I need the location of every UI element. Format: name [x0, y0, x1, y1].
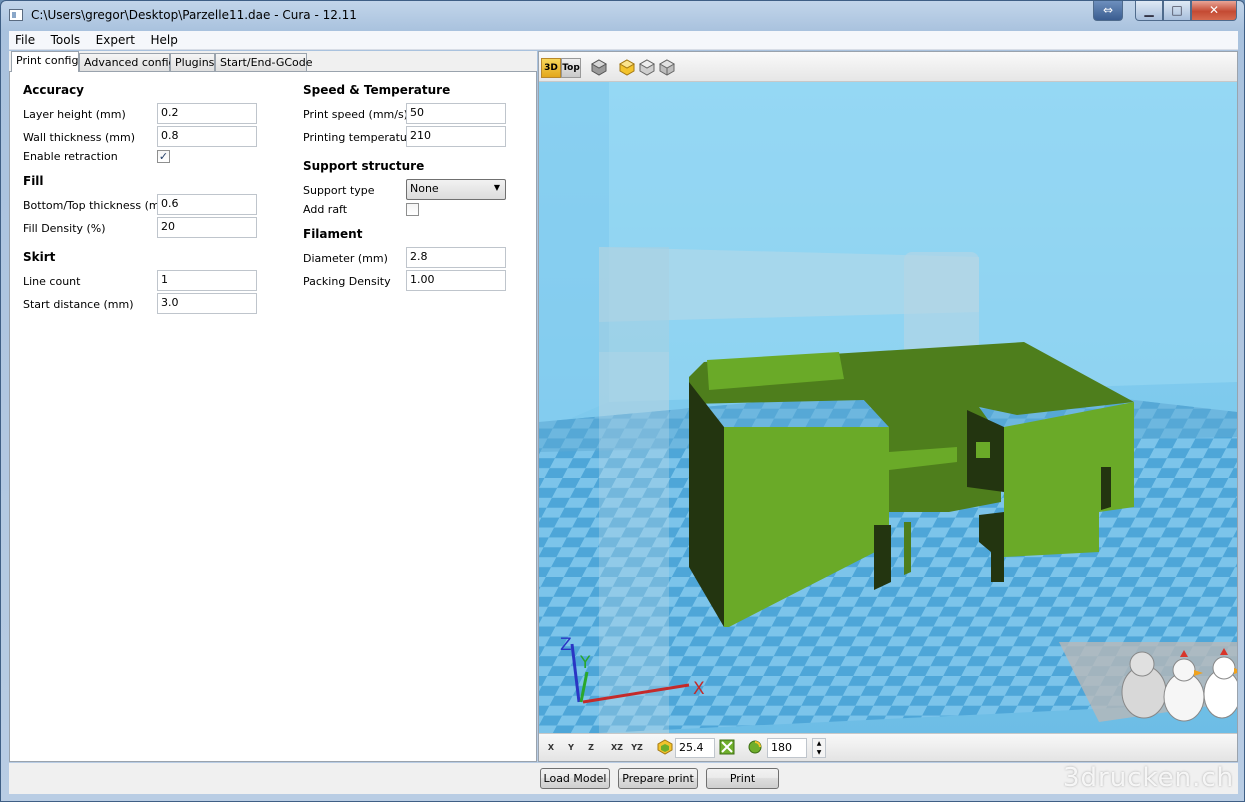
menu-file[interactable]: File [9, 31, 41, 47]
cube-gray-icon [590, 59, 608, 76]
rotate-icon[interactable] [745, 739, 765, 757]
rotate-spinner[interactable]: ▲ ▼ [812, 738, 826, 758]
fill-heading: Fill [23, 174, 44, 188]
app-icon [9, 9, 23, 21]
swap-xz-button[interactable]: XZ [607, 739, 627, 757]
support-type-select[interactable]: None ▼ [406, 179, 506, 200]
add-raft-label: Add raft [303, 203, 348, 216]
chevron-down-icon: ▼ [493, 183, 500, 192]
menu-expert[interactable]: Expert [90, 31, 141, 47]
support-type-value: None [410, 182, 439, 195]
filament-divider [303, 243, 507, 244]
printer-corner-ghost [904, 252, 979, 362]
view-toolbar: 3D Top [539, 52, 1237, 82]
cube-xray-icon [658, 59, 676, 76]
packing-density-label: Packing Density [303, 275, 391, 288]
tab-start-end-gcode[interactable]: Start/End-GCode [215, 53, 313, 72]
mirror-y-button[interactable]: Y [561, 739, 581, 757]
swap-yz-button[interactable]: YZ [627, 739, 647, 757]
printer-rod-ghost [599, 352, 669, 733]
print-speed-field[interactable]: 50 [406, 103, 506, 124]
speed-temperature-heading: Speed & Temperature [303, 83, 451, 97]
model-toolbar: X Y Z XZ YZ 25.4 180 ▲ ▼ [539, 733, 1237, 761]
3d-viewport[interactable]: Z Y X [539, 82, 1237, 733]
load-model-button[interactable]: Load Model [540, 768, 610, 789]
fill-divider [23, 190, 257, 191]
watermark-text: 3drucken.ch [1063, 763, 1235, 793]
tab-plugins[interactable]: Plugins [170, 53, 215, 72]
axis-x-label: X [693, 679, 705, 699]
axis-y-label: Y [579, 653, 591, 673]
mirror-z-button[interactable]: Z [581, 739, 601, 757]
scale-field[interactable]: 25.4 [675, 738, 715, 758]
accuracy-divider [23, 99, 257, 100]
bottom-top-thickness-field[interactable]: 0.6 [157, 194, 257, 215]
tab-advanced-config[interactable]: Advanced config [79, 53, 176, 72]
view-transparent-button[interactable] [637, 58, 657, 78]
layer-height-label: Layer height (mm) [23, 108, 126, 121]
print-config-panel: Accuracy Layer height (mm) 0.2 Wall thic… [9, 71, 537, 762]
view-xray-button[interactable] [657, 58, 677, 78]
maximize-button[interactable]: □ [1163, 1, 1191, 21]
view-top-button[interactable]: Top [561, 58, 581, 78]
rotate-field[interactable]: 180 [767, 738, 807, 758]
window-title: C:\Users\gregor\Desktop\Parzelle11.dae -… [31, 8, 357, 22]
settings-tabs: Print config Advanced config Plugins Sta… [9, 51, 537, 72]
wall-thickness-label: Wall thickness (mm) [23, 131, 135, 144]
preview-pane: 3D Top Z Y X X Y Z XZ YZ 25.4 180 ▲ ▼ [538, 51, 1238, 762]
prepare-print-button[interactable]: Prepare print [618, 768, 698, 789]
line-count-field[interactable]: 1 [157, 270, 257, 291]
layer-height-field[interactable]: 0.2 [157, 103, 257, 124]
build-volume-scene: Z Y X [539, 82, 1237, 733]
action-bar: Load Model Prepare print Print [9, 763, 1238, 794]
line-count-label: Line count [23, 275, 81, 288]
skirt-divider [23, 266, 257, 267]
title-bar[interactable]: C:\Users\gregor\Desktop\Parzelle11.dae -… [1, 1, 1244, 31]
scale-max-icon[interactable] [717, 739, 737, 757]
print-button[interactable]: Print [706, 768, 779, 789]
cube-yellow-icon [618, 59, 636, 76]
menu-help[interactable]: Help [144, 31, 183, 47]
close-button[interactable]: ✕ [1191, 1, 1237, 21]
minimize-button[interactable]: ▁ [1135, 1, 1163, 21]
support-divider [303, 175, 507, 176]
print-speed-label: Print speed (mm/s) [303, 108, 408, 121]
printing-temperature-field[interactable]: 210 [406, 126, 506, 147]
view-normal-button[interactable] [589, 58, 609, 78]
cube-transparent-icon [638, 59, 656, 76]
fill-density-field[interactable]: 20 [157, 217, 257, 238]
add-raft-checkbox[interactable] [406, 203, 419, 216]
tab-print-config[interactable]: Print config [11, 51, 79, 72]
start-distance-field[interactable]: 3.0 [157, 293, 257, 314]
left-wall [539, 82, 609, 432]
filament-heading: Filament [303, 227, 363, 241]
menu-bar: File Tools Expert Help [9, 31, 1238, 50]
view-3d-button[interactable]: 3D [541, 58, 561, 78]
menu-tools[interactable]: Tools [45, 31, 87, 47]
diameter-field[interactable]: 2.8 [406, 247, 506, 268]
enable-retraction-checkbox[interactable]: ✓ [157, 150, 170, 163]
skirt-heading: Skirt [23, 250, 56, 264]
support-structure-heading: Support structure [303, 159, 425, 173]
bottom-top-thickness-label: Bottom/Top thickness (mm) [23, 199, 175, 212]
application-window: C:\Users\gregor\Desktop\Parzelle11.dae -… [0, 0, 1245, 802]
settings-pane: Print config Advanced config Plugins Sta… [9, 51, 537, 762]
speed-divider [303, 99, 507, 100]
scale-icon[interactable] [655, 739, 675, 757]
wall-thickness-field[interactable]: 0.8 [157, 126, 257, 147]
packing-density-field[interactable]: 1.00 [406, 270, 506, 291]
view-overhang-button[interactable] [617, 58, 637, 78]
fill-density-label: Fill Density (%) [23, 222, 106, 235]
support-type-label: Support type [303, 184, 375, 197]
axis-z-label: Z [560, 635, 572, 655]
mirror-x-button[interactable]: X [541, 739, 561, 757]
extra-window-button[interactable]: ⇔ [1093, 1, 1123, 21]
printing-temperature-label: Printing temperature [303, 131, 418, 144]
start-distance-label: Start distance (mm) [23, 298, 134, 311]
enable-retraction-label: Enable retraction [23, 150, 118, 163]
accuracy-heading: Accuracy [23, 83, 85, 97]
diameter-label: Diameter (mm) [303, 252, 388, 265]
